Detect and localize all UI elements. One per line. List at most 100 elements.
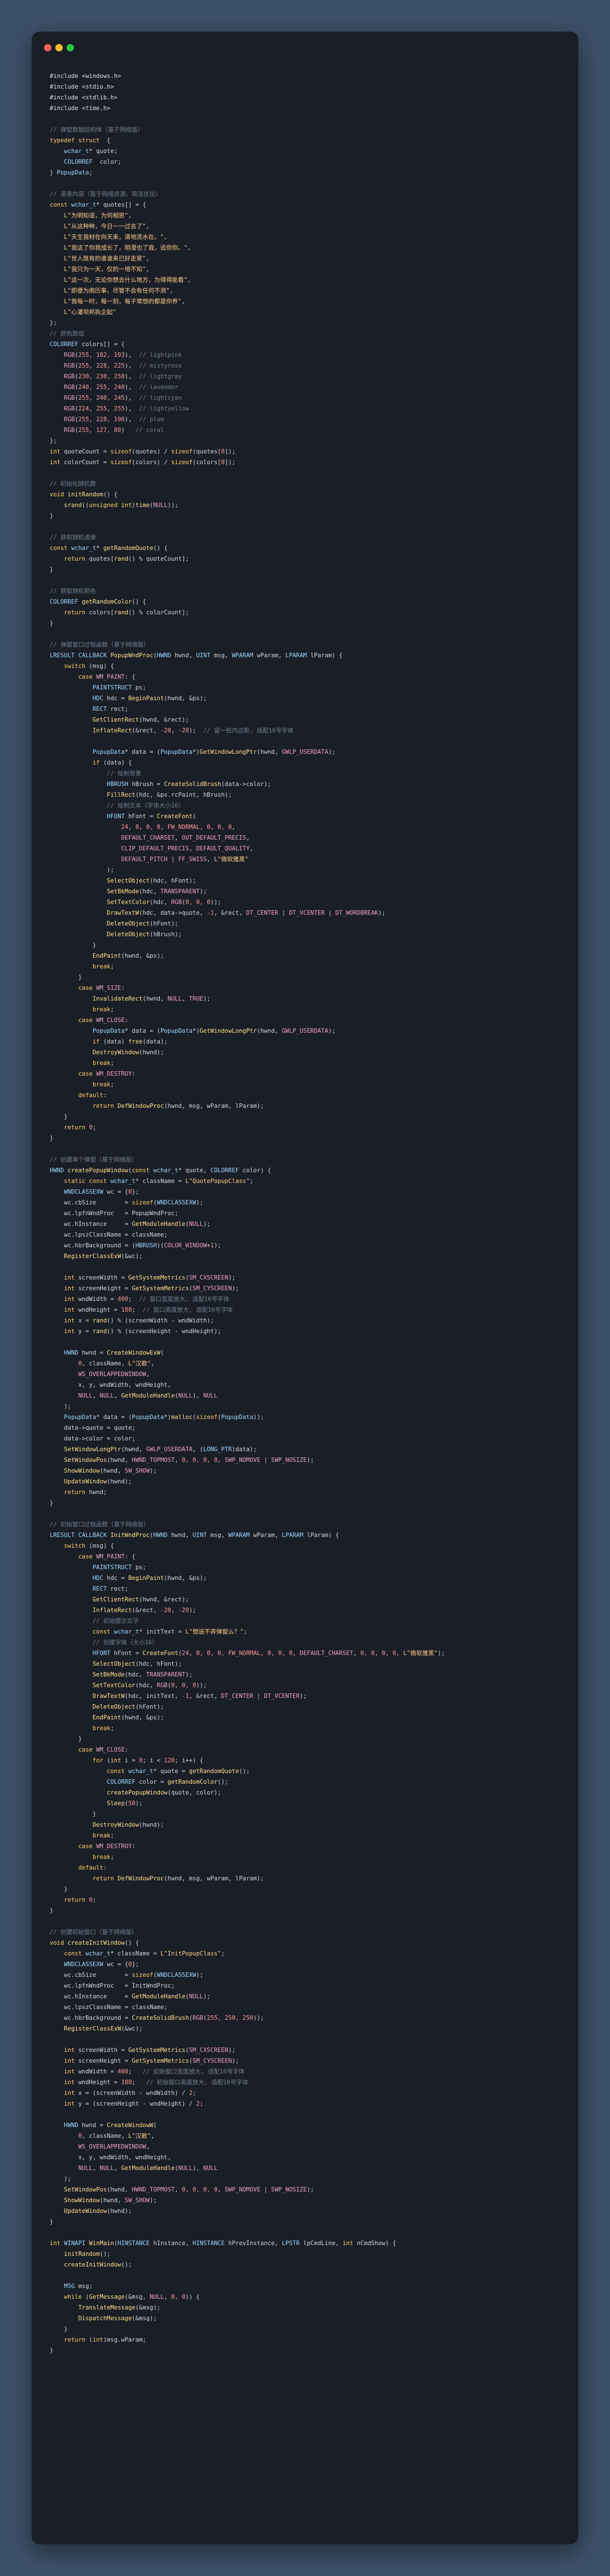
code-line: for (int i = 0; i < 120; i++) { <box>50 1756 560 1766</box>
code-token: ; <box>199 2101 203 2107</box>
code-line: while (GetMessage(&msg, NULL, 0, 0)) { <box>50 2292 560 2303</box>
code-line: ); <box>50 865 560 876</box>
code-line: ); <box>50 2174 560 2185</box>
code-editor[interactable]: #include <windows.h> #include <stdio.h> #i… <box>32 63 578 2356</box>
code-token: (); <box>239 1768 250 1775</box>
code-token: (&msg, <box>124 2294 150 2300</box>
code-token: (hwnd, msg, wParam, lParam); <box>164 1103 264 1110</box>
code-line: SetTextColor(hdc, RGB(0, 0, 0)); <box>50 897 560 908</box>
code-token: PopupData <box>221 1414 254 1421</box>
code-token: , <box>207 856 214 863</box>
code-token: -20 <box>178 1607 189 1614</box>
code-token: void <box>50 491 64 498</box>
code-token: 0, 0 <box>171 2294 186 2300</box>
code-token: () % (screenHeight - wndHeight); <box>107 1328 221 1335</box>
code-line: } <box>50 972 560 983</box>
code-token: GWLP_USERDATA <box>146 1446 193 1453</box>
code-token: SetBkMode <box>92 1671 125 1678</box>
code-token: SetBkMode <box>107 888 140 895</box>
code-token: // mistyrose <box>139 363 182 369</box>
close-button[interactable] <box>44 44 51 51</box>
code-token: ); <box>232 2058 239 2064</box>
code-token: ) <box>121 427 136 434</box>
code-line: ShowWindow(hwnd, SW_SHOW); <box>50 2195 560 2206</box>
code-token: NULL <box>167 996 182 1002</box>
code-line: RGB(255, 182, 193), // lightpink <box>50 350 560 361</box>
code-token: wc.hbrBackground = <box>50 2015 132 2021</box>
code-token: wParam, <box>253 652 286 659</box>
code-token: PopupData <box>160 1028 193 1034</box>
code-token: NULL <box>189 1221 203 1228</box>
code-line: int screenWidth = GetSystemMetrics(SM_CX… <box>50 1273 560 1283</box>
code-token: rand <box>92 1317 107 1324</box>
code-token: HDC <box>92 695 103 702</box>
code-token: wc.lpszClassName = className; <box>50 1232 168 1238</box>
code-token: ps; <box>132 684 146 691</box>
code-token: WNDCLASSEXW <box>64 1189 103 1195</box>
code-token: InitWndProc <box>110 1532 150 1539</box>
code-token: ( <box>85 2337 93 2343</box>
maximize-button[interactable] <box>67 44 74 51</box>
code-token: ); <box>196 1199 203 1206</box>
code-token: wchar_t <box>85 1950 111 1957</box>
code-token: ); <box>213 1242 221 1249</box>
code-token: return <box>64 609 86 616</box>
code-token: break <box>92 1725 111 1732</box>
code-token: ), <box>124 384 140 391</box>
code-line: } <box>50 618 560 629</box>
code-line: case WM_PAINT: { <box>50 1552 560 1562</box>
code-token: #include <stdio.h> <box>50 84 114 90</box>
code-token: hwnd = <box>78 2122 107 2129</box>
code-line: 0, className, L"汉歌", <box>50 1359 560 1369</box>
code-line: HWND hwnd = CreateWindowExW( <box>50 1348 560 1359</box>
code-token: (colors) / <box>132 459 171 466</box>
code-token: hInstance, <box>150 2240 193 2247</box>
code-token: (hdc, hFont); <box>135 1661 182 1667</box>
code-line: PopupData* data = (PopupData*)GetWindowL… <box>50 1026 560 1037</box>
code-line: case WM_DESTROY: <box>50 1841 560 1852</box>
code-token: UINT <box>196 652 211 659</box>
code-token: getRandomQuote <box>189 1768 239 1775</box>
code-token: ]); <box>224 448 236 455</box>
code-token: sizeof <box>132 1199 154 1206</box>
code-line: WS_OVERLAPPEDWINDOW, <box>50 2142 560 2153</box>
code-line: // 绘制文本（字体大小16） <box>50 801 560 811</box>
code-token: GetSystemMetrics <box>128 1274 186 1281</box>
code-token: switch <box>64 663 86 670</box>
code-token: )); <box>196 1682 207 1689</box>
code-line: LRESULT CALLBACK InitWndProc(HWND hwnd, … <box>50 1530 560 1541</box>
code-token: int <box>64 1307 75 1313</box>
code-token: , <box>292 1650 300 1657</box>
code-token: const <box>92 1628 111 1635</box>
code-line: break; <box>50 962 560 972</box>
code-token: PopupData <box>92 749 125 756</box>
code-token: FillRect <box>107 792 136 798</box>
code-token: NULL <box>178 1392 193 1399</box>
code-token: HFONT <box>107 813 125 820</box>
code-line: DEFAULT_CHARSET, OUT_DEFAULT_PRECIS, <box>50 833 560 844</box>
code-token: hPrevInstance, <box>224 2240 282 2247</box>
code-token: (hFont); <box>150 920 178 927</box>
code-token: // coral <box>135 427 164 434</box>
code-token: SM_CYSCREEN <box>192 1285 232 1292</box>
code-token: (hdc, &ps.rcPaint, hBrush); <box>135 792 232 798</box>
minimize-button[interactable] <box>55 44 63 51</box>
code-token: ( <box>103 1757 111 1764</box>
code-token: DestroyWindow <box>92 1049 140 1056</box>
code-token: break <box>92 1854 111 1861</box>
code-token: // 初始化随机数 <box>50 481 96 487</box>
code-line: SetBkMode(hdc, TRANSPARENT); <box>50 887 560 897</box>
code-token: : <box>124 1747 129 1753</box>
